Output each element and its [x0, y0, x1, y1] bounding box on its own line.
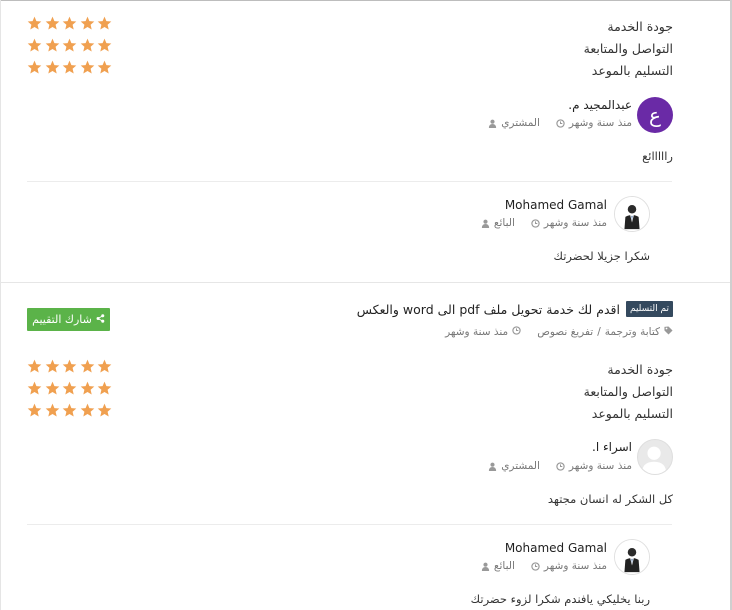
star-icon — [45, 359, 60, 374]
rating-label-quality: جودة الخدمة — [607, 362, 673, 377]
star-icon — [80, 16, 95, 31]
seller-avatar[interactable] — [614, 539, 650, 575]
star-icon — [62, 60, 77, 75]
reply-divider — [27, 181, 672, 182]
rating-stars-delivery — [27, 60, 112, 76]
buyer-comment: رااااائع — [642, 149, 673, 163]
buyer-avatar[interactable] — [637, 439, 673, 475]
star-icon — [27, 38, 42, 53]
star-icon — [27, 60, 42, 75]
user-icon — [481, 219, 490, 228]
clock-icon — [556, 118, 565, 128]
rating-stars-communication — [27, 381, 112, 397]
service-title-link[interactable]: اقدم لك خدمة تحويل ملف pdf الى word والع… — [357, 302, 620, 317]
seller-avatar-icon — [615, 197, 649, 231]
seller-role: البائع — [493, 560, 515, 572]
star-icon — [45, 16, 60, 31]
star-icon — [62, 403, 77, 418]
seller-avatar[interactable] — [614, 196, 650, 232]
buyer-meta: المشتري منذ سنة وشهر — [488, 117, 632, 129]
star-icon — [80, 359, 95, 374]
share-icon — [96, 313, 105, 326]
delivered-badge: تم التسليم — [625, 301, 673, 317]
buyer-role: المشتري — [501, 460, 540, 472]
star-icon — [62, 38, 77, 53]
seller-role: البائع — [493, 217, 515, 229]
default-user-icon — [641, 446, 667, 474]
service-title-row: تم التسليم اقدم لك خدمة تحويل ملف pdf ال… — [357, 301, 673, 317]
buyer-time: منذ سنة وشهر — [568, 460, 632, 472]
star-icon — [97, 60, 112, 75]
user-icon — [481, 562, 490, 571]
rating-label-delivery: التسليم بالموعد — [591, 406, 673, 421]
star-icon — [62, 381, 77, 396]
share-review-button[interactable]: شارك التقييم — [27, 308, 110, 331]
clock-icon — [512, 326, 521, 338]
star-icon — [97, 38, 112, 53]
star-icon — [80, 38, 95, 53]
rating-stars-communication — [27, 38, 112, 54]
star-icon — [80, 60, 95, 75]
rating-label-quality: جودة الخدمة — [607, 19, 673, 34]
user-icon — [488, 119, 497, 128]
star-icon — [97, 381, 112, 396]
category-separator: / — [597, 326, 601, 338]
buyer-name[interactable]: اسراء ا. — [592, 440, 632, 454]
seller-comment: شكرا جزيلا لحضرتك — [553, 249, 651, 263]
rating-label-communication: التواصل والمتابعة — [583, 384, 673, 399]
frame-left-border — [0, 0, 1, 610]
seller-avatar-icon — [615, 540, 649, 574]
star-icon — [80, 381, 95, 396]
seller-meta: البائع منذ سنة وشهر — [481, 560, 607, 572]
star-icon — [45, 38, 60, 53]
star-icon — [45, 60, 60, 75]
star-icon — [45, 381, 60, 396]
frame-top-border — [0, 0, 732, 1]
star-icon — [27, 359, 42, 374]
buyer-meta: المشتري منذ سنة وشهر — [488, 460, 632, 472]
seller-time: منذ سنة وشهر — [543, 217, 607, 229]
star-icon — [27, 16, 42, 31]
rating-label-communication: التواصل والمتابعة — [583, 41, 673, 56]
star-icon — [62, 16, 77, 31]
seller-name[interactable]: Mohamed Gamal — [505, 198, 607, 212]
card-divider — [0, 282, 730, 283]
rating-stars-delivery — [27, 403, 112, 419]
share-label: شارك التقييم — [32, 313, 92, 326]
category-link[interactable]: كتابة وترجمة — [605, 326, 660, 338]
seller-name[interactable]: Mohamed Gamal — [505, 541, 607, 555]
star-icon — [97, 359, 112, 374]
buyer-comment: كل الشكر له انسان مجتهد — [547, 492, 673, 506]
star-icon — [80, 403, 95, 418]
service-time: منذ سنة وشهر — [445, 326, 509, 338]
clock-icon — [531, 218, 540, 228]
star-icon — [27, 403, 42, 418]
subcategory-link[interactable]: تفريغ نصوص — [537, 326, 593, 338]
clock-icon — [556, 461, 565, 471]
rating-label-delivery: التسليم بالموعد — [591, 63, 673, 78]
star-icon — [97, 403, 112, 418]
buyer-time: منذ سنة وشهر — [568, 117, 632, 129]
seller-time: منذ سنة وشهر — [543, 560, 607, 572]
clock-icon — [531, 561, 540, 571]
star-icon — [45, 403, 60, 418]
rating-stars-quality — [27, 16, 112, 32]
service-tags: كتابة وترجمة / تفريغ نصوص منذ سنة وشهر — [445, 326, 673, 338]
reply-divider — [27, 524, 672, 525]
user-icon — [488, 462, 497, 471]
tag-icon — [664, 326, 673, 338]
buyer-name[interactable]: عبدالمجيد م. — [568, 98, 632, 112]
star-icon — [62, 359, 77, 374]
rating-stars-quality — [27, 359, 112, 375]
buyer-role: المشتري — [501, 117, 540, 129]
star-icon — [27, 381, 42, 396]
star-icon — [97, 16, 112, 31]
seller-comment: ربنا يخليكي يافندم شكرا لزوء حضرتك — [470, 592, 650, 606]
seller-meta: البائع منذ سنة وشهر — [481, 217, 607, 229]
buyer-avatar[interactable]: ع — [637, 97, 673, 133]
